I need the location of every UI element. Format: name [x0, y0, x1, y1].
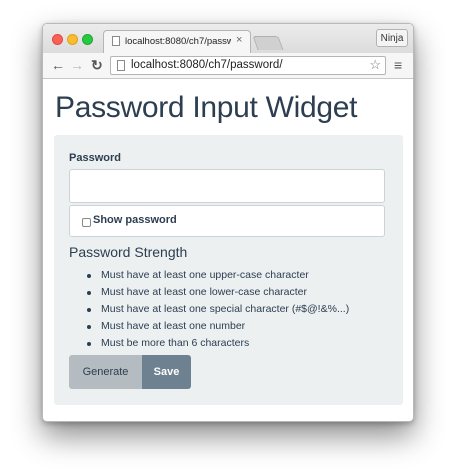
list-item: Must have at least one number [69, 318, 389, 335]
page-title: Password Input Widget [55, 91, 358, 124]
star-icon[interactable]: ☆ [369, 57, 381, 73]
forward-arrow-icon[interactable]: → [70, 56, 84, 74]
zoom-window-button[interactable] [82, 34, 93, 45]
show-password-row[interactable]: Show password [69, 205, 385, 237]
back-arrow-icon[interactable]: ← [51, 56, 65, 74]
page-icon [117, 60, 125, 71]
new-tab-button[interactable] [252, 36, 284, 50]
tab-title: localhost:8080/ch7/passwo [125, 36, 231, 47]
password-form-panel: Password Show password Password Strength… [54, 135, 403, 405]
title-bar: localhost:8080/ch7/passwo × Ninja [43, 24, 413, 53]
browser-tab[interactable]: localhost:8080/ch7/passwo × [103, 30, 251, 53]
list-item: Must have at least one upper-case charac… [69, 267, 389, 284]
show-password-label[interactable]: Show password [93, 214, 177, 226]
password-label: Password [69, 152, 121, 164]
url-host: localhost [131, 59, 177, 71]
show-password-checkbox[interactable] [82, 218, 91, 227]
generate-button[interactable]: Generate [69, 355, 142, 389]
strength-rules-list: Must have at least one upper-case charac… [69, 267, 389, 352]
page-content: Password Input Widget Password Show pass… [43, 79, 413, 421]
page-icon [112, 36, 120, 46]
profile-button[interactable]: Ninja [376, 29, 408, 47]
browser-window: localhost:8080/ch7/passwo × Ninja ← → ↻ … [42, 23, 414, 422]
browser-toolbar: ← → ↻ localhost:8080/ch7/password/ ☆ ≡ [43, 53, 413, 79]
save-button[interactable]: Save [142, 355, 191, 389]
hamburger-menu-icon[interactable]: ≡ [394, 57, 402, 73]
list-item: Must have at least one lower-case charac… [69, 284, 389, 301]
close-window-button[interactable] [52, 34, 63, 45]
list-item: Must be more than 6 characters [69, 335, 389, 352]
password-strength-heading: Password Strength [69, 244, 188, 260]
address-bar[interactable]: localhost:8080/ch7/password/ ☆ [110, 56, 386, 75]
reload-icon[interactable]: ↻ [91, 56, 103, 74]
tab-close-icon[interactable]: × [236, 34, 242, 46]
url-path: :8080/ch7/password/ [176, 59, 283, 71]
list-item: Must have at least one special character… [69, 301, 389, 318]
url-text: localhost:8080/ch7/password/ [131, 59, 283, 71]
password-input[interactable] [69, 169, 385, 203]
minimize-window-button[interactable] [67, 34, 78, 45]
